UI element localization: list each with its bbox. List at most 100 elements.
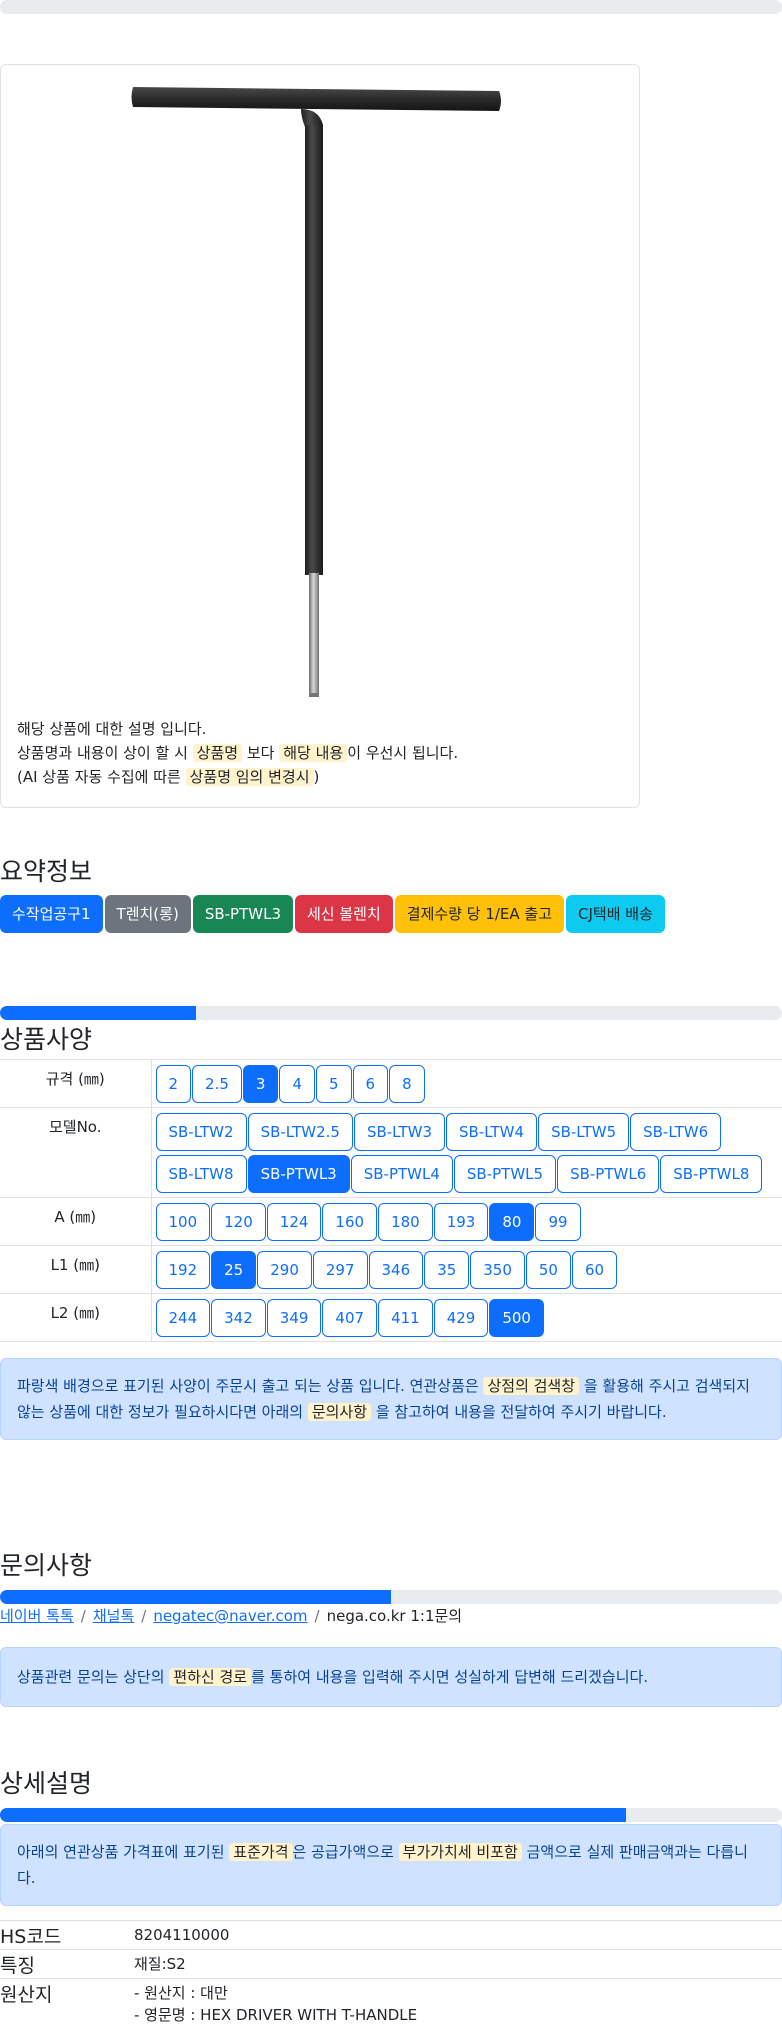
link-naver-talktalk[interactable]: 네이버 톡톡: [0, 1607, 74, 1625]
spec-option[interactable]: 4: [279, 1065, 315, 1103]
desc-line-2: 상품명과 내용이 상이 할 시 상품명 보다 해당 내용 이 우선시 됩니다.: [17, 744, 459, 762]
summary-title: 요약정보: [0, 857, 93, 886]
spec-option-selected[interactable]: SB-PTWL3: [247, 1155, 350, 1193]
spec-option[interactable]: SB-PTWL5: [453, 1155, 557, 1193]
spec-option[interactable]: 192: [155, 1251, 211, 1289]
highlight-search: 상점의 검색창: [483, 1377, 580, 1395]
highlight-standard-price: 표준가격: [229, 1843, 293, 1861]
spec-option[interactable]: 297: [312, 1251, 368, 1289]
spec-option[interactable]: SB-PTWL4: [350, 1155, 453, 1193]
product-description: 해당 상품에 대한 설명 입니다. 상품명과 내용이 상이 할 시 상품명 보다…: [17, 717, 458, 789]
spec-label: 모델No.: [0, 1107, 152, 1198]
info-row: 특징 재질:S2: [0, 1949, 782, 1978]
summary-badge: SB-PTWL3: [192, 895, 293, 933]
spec-option[interactable]: 60: [571, 1251, 618, 1289]
spec-options: SB-LTW2 SB-LTW2.5 SB-LTW3 SB-LTW4 SB-LTW5 SB-…: [151, 1107, 782, 1198]
spec-option[interactable]: 8: [389, 1065, 425, 1103]
link-email[interactable]: negatec@naver.com: [153, 1607, 307, 1625]
spec-label: A (㎜): [0, 1197, 152, 1246]
spec-option[interactable]: SB-LTW6: [630, 1113, 722, 1151]
summary-badge: 세신 볼렌치: [295, 895, 393, 933]
product-image-card: 해당 상품에 대한 설명 입니다. 상품명과 내용이 상이 할 시 상품명 보다…: [0, 64, 640, 808]
spec-option[interactable]: 2.5: [192, 1065, 242, 1103]
detail-title: 상세설명: [0, 1769, 93, 1798]
highlight-route: 편하신 경로: [169, 1668, 252, 1686]
highlight-vat-excluded: 부가가치세 비포함: [398, 1843, 522, 1861]
spec-label: L1 (㎜): [0, 1245, 152, 1294]
spec-table: 규격 (㎜) 2 2.5 3 4 5 6 8 모델No. SB-LTW2 SB-LTW2.5 SB-L…: [0, 1059, 782, 1342]
spec-option-selected[interactable]: 25: [211, 1251, 257, 1289]
inquiry-title: 문의사항: [0, 1551, 93, 1580]
summary-badge: 결제수량 당 1/EA 출고: [394, 895, 565, 933]
desc-line-1: 해당 상품에 대한 설명 입니다.: [17, 720, 207, 738]
spec-option[interactable]: 5: [316, 1065, 352, 1103]
spec-row: L1 (㎜) 192 25 290 297 346 35 350 50 60: [0, 1245, 782, 1294]
spec-option[interactable]: SB-LTW2: [155, 1113, 247, 1151]
spec-option[interactable]: 342: [211, 1299, 266, 1337]
spec-option[interactable]: 411: [378, 1299, 433, 1337]
spec-option-selected[interactable]: 80: [489, 1203, 535, 1241]
inquiry-notice: 상품관련 문의는 상단의 편하신 경로 를 통하여 내용을 입력해 주시면 성실하…: [0, 1647, 782, 1707]
spec-option[interactable]: 346: [368, 1251, 424, 1289]
summary-badges: 수작업공구1 T렌치(롱) SB-PTWL3 세신 볼렌치 결제수량 당 1/EA 출고…: [0, 895, 665, 933]
spec-label: 규격 (㎜): [0, 1059, 152, 1108]
spec-options: 244 342 349 407 411 429 500: [151, 1293, 782, 1342]
detail-progress-fill: [0, 1808, 626, 1822]
detail-progress-bar: [0, 1808, 782, 1822]
spec-option[interactable]: 50: [525, 1251, 571, 1289]
info-value-line: 재질:S2: [134, 1955, 186, 1973]
spec-options: 2 2.5 3 4 5 6 8: [151, 1059, 782, 1108]
summary-badge: T렌치(롱): [104, 895, 191, 933]
spec-row: 규격 (㎜) 2 2.5 3 4 5 6 8: [0, 1059, 782, 1108]
spec-progress-fill: [0, 1006, 196, 1020]
spec-option[interactable]: 180: [378, 1203, 433, 1241]
desc-line-3: (AI 상품 자동 수집에 따른 상품명 임의 변경시): [17, 768, 320, 786]
spec-option[interactable]: 290: [257, 1251, 312, 1289]
spec-option-selected[interactable]: 3: [242, 1065, 279, 1103]
spec-option[interactable]: 349: [266, 1299, 322, 1337]
spec-option[interactable]: 124: [266, 1203, 322, 1241]
highlight-content: 해당 내용: [279, 744, 348, 762]
spec-option[interactable]: SB-PTWL8: [660, 1155, 763, 1193]
spec-option[interactable]: 429: [433, 1299, 489, 1337]
spec-option[interactable]: SB-LTW5: [538, 1113, 630, 1151]
spec-option[interactable]: SB-LTW3: [353, 1113, 445, 1151]
spec-option[interactable]: SB-LTW4: [446, 1113, 538, 1151]
info-value: 재질:S2: [134, 1950, 186, 1978]
t-handle-wrench-image: [131, 87, 501, 697]
crumb-separator: /: [141, 1607, 147, 1625]
spec-row: A (㎜) 100 120 124 160 180 193 80 99: [0, 1197, 782, 1246]
detail-notice: 아래의 연관상품 가격표에 표기된 표준가격 은 공급가액으로 부가가치세 비포함…: [0, 1824, 782, 1906]
info-value-line: - 영문명 : HEX DRIVER WITH T-HANDLE: [134, 2006, 418, 2024]
spec-option[interactable]: SB-LTW2.5: [247, 1113, 353, 1151]
info-value-line: 8204110000: [134, 1926, 230, 1944]
spec-option[interactable]: 35: [424, 1251, 470, 1289]
info-row: 원산지 - 원산지 : 대만 - 영문명 : HEX DRIVER WITH T-H…: [0, 1978, 782, 2026]
spec-options: 192 25 290 297 346 35 350 50 60: [151, 1245, 782, 1294]
crumb-separator: /: [314, 1607, 320, 1625]
info-value-line: - 원산지 : 대만: [134, 1984, 228, 2002]
spec-option[interactable]: 100: [155, 1203, 211, 1241]
inquiry-progress-bar: [0, 1590, 782, 1604]
spec-option[interactable]: 407: [322, 1299, 378, 1337]
spec-option[interactable]: SB-LTW8: [155, 1155, 247, 1193]
spec-option[interactable]: 99: [535, 1203, 581, 1241]
spec-option[interactable]: SB-PTWL6: [557, 1155, 660, 1193]
product-info-table: HS코드 8204110000 특징 재질:S2 원산지 - 원산지 : 대만 - 영문명 …: [0, 1920, 782, 2026]
highlight-inquiry: 문의사항: [307, 1403, 372, 1421]
link-channel-talk[interactable]: 채널톡: [93, 1607, 134, 1625]
spec-option[interactable]: 350: [470, 1251, 525, 1289]
spec-option[interactable]: 244: [155, 1299, 211, 1337]
spec-options: 100 120 124 160 180 193 80 99: [151, 1197, 782, 1246]
spec-option[interactable]: 160: [322, 1203, 378, 1241]
spec-option[interactable]: 193: [433, 1203, 489, 1241]
spec-option[interactable]: 6: [352, 1065, 389, 1103]
spec-option[interactable]: 120: [211, 1203, 266, 1241]
info-row: HS코드 8204110000: [0, 1920, 782, 1949]
inquiry-progress-fill: [0, 1590, 391, 1604]
spec-option[interactable]: 2: [155, 1065, 192, 1103]
spec-notice: 파랑색 배경으로 표기된 사양이 주문시 출고 되는 상품 입니다. 연관상품은…: [0, 1358, 782, 1440]
spec-row: 모델No. SB-LTW2 SB-LTW2.5 SB-LTW3 SB-LTW4 SB-LT…: [0, 1107, 782, 1198]
spec-option-selected[interactable]: 500: [489, 1299, 544, 1337]
inquiry-breadcrumb: 네이버 톡톡 / 채널톡 / negatec@naver.com / nega.co.kr …: [0, 1605, 462, 1626]
